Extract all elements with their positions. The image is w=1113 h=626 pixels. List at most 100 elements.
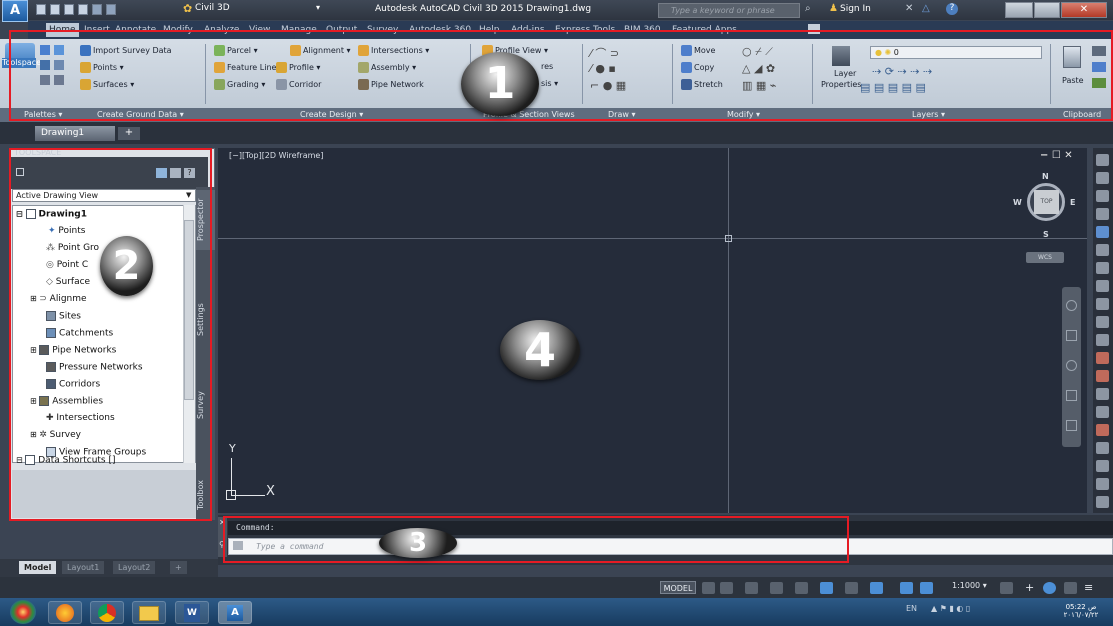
- plus-icon[interactable]: +: [1025, 582, 1038, 594]
- autocad-taskbar-button[interactable]: A: [218, 601, 252, 624]
- add-layout-button[interactable]: +: [170, 561, 187, 574]
- osnap-icon[interactable]: [795, 582, 808, 594]
- system-tray: EN ▲ ⚑ ▮ ◐ ▯: [906, 604, 1046, 613]
- a360-icon[interactable]: △: [922, 3, 930, 14]
- properties-tool-icon[interactable]: [1096, 226, 1109, 238]
- trim-tool-icon[interactable]: [1096, 298, 1109, 310]
- compass-north[interactable]: N: [1042, 172, 1049, 181]
- undo-icon[interactable]: [92, 4, 102, 15]
- selection-cycling-icon[interactable]: [845, 582, 858, 594]
- annotation-number: 1: [484, 58, 516, 109]
- minimize-button[interactable]: [1005, 2, 1033, 18]
- lineweight-icon[interactable]: [820, 582, 833, 594]
- ucs-x-label: X: [266, 484, 275, 499]
- snap-icon[interactable]: [720, 582, 733, 594]
- chevron-down-icon[interactable]: ▾: [316, 3, 320, 12]
- open-icon[interactable]: [50, 4, 60, 15]
- app-menu-button[interactable]: A: [2, 0, 28, 22]
- rotate-tool-icon[interactable]: [1096, 190, 1109, 202]
- erase-tool-icon[interactable]: [1096, 352, 1109, 364]
- autocad-window: A ✿ Civil 3D ▾ Autodesk AutoCAD Civil 3D…: [0, 0, 1113, 626]
- language-indicator[interactable]: EN: [906, 604, 917, 613]
- right-toolbar: [1093, 148, 1113, 513]
- autoscale-icon[interactable]: [920, 582, 933, 594]
- close-button[interactable]: ✕: [1061, 2, 1107, 18]
- join-tool-icon[interactable]: [1096, 388, 1109, 400]
- zoom-icon[interactable]: [1066, 360, 1077, 371]
- steering-wheel-icon[interactable]: [1066, 300, 1077, 311]
- annotation-number: 4: [523, 323, 556, 377]
- crosshair-horizontal: [218, 238, 1087, 239]
- word-taskbar-button[interactable]: W: [175, 601, 209, 624]
- redo-icon[interactable]: [106, 4, 116, 15]
- firefox-icon: [56, 604, 74, 622]
- annotation-scale[interactable]: 1:1000 ▾: [952, 581, 987, 590]
- new-tab-button[interactable]: +: [118, 127, 140, 140]
- compass-south[interactable]: S: [1043, 230, 1049, 239]
- viewport-window-controls[interactable]: − ☐ ✕: [1040, 150, 1073, 161]
- layer-tool-icon[interactable]: [1096, 244, 1109, 256]
- annotation-scale-icon[interactable]: [900, 582, 913, 594]
- isolate-objects-icon[interactable]: [1043, 582, 1056, 594]
- exchange-icon[interactable]: ✕: [905, 3, 913, 14]
- sign-in-button[interactable]: Sign In: [840, 4, 871, 14]
- tray-icons[interactable]: ▲ ⚑ ▮ ◐ ▯: [931, 604, 970, 613]
- firefox-taskbar-button[interactable]: [48, 601, 82, 624]
- offset-tool-icon[interactable]: [1096, 262, 1109, 274]
- model-space-button[interactable]: MODEL: [660, 581, 696, 594]
- explode-tool-icon[interactable]: [1096, 424, 1109, 436]
- viewport-controls[interactable]: [−][Top][2D Wireframe]: [229, 151, 323, 160]
- orbit-icon[interactable]: [1066, 390, 1077, 401]
- stretch-tool-icon[interactable]: [1096, 460, 1109, 472]
- lengthen-tool-icon[interactable]: [1096, 496, 1109, 508]
- fillet-tool-icon[interactable]: [1096, 280, 1109, 292]
- mirror-tool-icon[interactable]: [1096, 334, 1109, 346]
- select-icon[interactable]: [1096, 154, 1109, 166]
- array-tool-icon[interactable]: [1096, 442, 1109, 454]
- folder-icon: [139, 606, 159, 621]
- polar-icon[interactable]: [770, 582, 783, 594]
- extend-tool-icon[interactable]: [1096, 316, 1109, 328]
- workspace-selector[interactable]: Civil 3D: [195, 3, 230, 13]
- chamfer-tool-icon[interactable]: [1096, 478, 1109, 490]
- pan-icon[interactable]: [1066, 330, 1077, 341]
- grid-icon[interactable]: [702, 582, 715, 594]
- crosshair-pickbox: [725, 235, 732, 242]
- showmotion-icon[interactable]: [1066, 420, 1077, 431]
- file-tab-drawing1[interactable]: Drawing1: [35, 126, 115, 141]
- explorer-taskbar-button[interactable]: [132, 601, 166, 624]
- wcs-menu[interactable]: WCS: [1026, 252, 1064, 263]
- annotation-visibility-icon[interactable]: [870, 582, 883, 594]
- compass-east[interactable]: E: [1070, 198, 1075, 207]
- copy-tool-icon[interactable]: [1096, 208, 1109, 220]
- annotation-bubble-4: 4: [500, 320, 580, 380]
- window-title: Autodesk AutoCAD Civil 3D 2015 Drawing1.…: [375, 4, 592, 14]
- clock[interactable]: 05:22 ص ٢٠١٦/٠٧/٢٢: [1058, 603, 1104, 619]
- tab-layout2[interactable]: Layout2: [113, 561, 156, 574]
- plot-icon[interactable]: [78, 4, 88, 15]
- viewcube-face[interactable]: TOP: [1034, 190, 1059, 214]
- tab-layout1[interactable]: Layout1: [62, 561, 105, 574]
- new-icon[interactable]: [36, 4, 46, 15]
- drawing-canvas[interactable]: [218, 148, 1087, 513]
- fullscreen-icon[interactable]: [1064, 582, 1077, 594]
- tab-model[interactable]: Model: [19, 561, 57, 574]
- title-bar: A ✿ Civil 3D ▾ Autodesk AutoCAD Civil 3D…: [0, 0, 1113, 22]
- help-icon[interactable]: ?: [946, 3, 958, 15]
- workspace-switch-icon[interactable]: [1000, 582, 1013, 594]
- clock-time: 05:22 ص: [1065, 603, 1097, 611]
- compass-west[interactable]: W: [1013, 198, 1022, 207]
- save-icon[interactable]: [64, 4, 74, 15]
- start-button[interactable]: [10, 600, 36, 624]
- search-input[interactable]: Type a keyword or phrase: [658, 3, 800, 18]
- binoculars-icon[interactable]: ⌕: [805, 3, 811, 14]
- chrome-taskbar-button[interactable]: [90, 601, 124, 624]
- status-bar: [0, 577, 1113, 598]
- scale-tool-icon[interactable]: [1096, 406, 1109, 418]
- break-tool-icon[interactable]: [1096, 370, 1109, 382]
- ortho-icon[interactable]: [745, 582, 758, 594]
- menu-icon[interactable]: ≡: [1084, 582, 1097, 594]
- maximize-button[interactable]: [1034, 2, 1060, 18]
- move-tool-icon[interactable]: [1096, 172, 1109, 184]
- user-icon: ♟: [829, 3, 838, 14]
